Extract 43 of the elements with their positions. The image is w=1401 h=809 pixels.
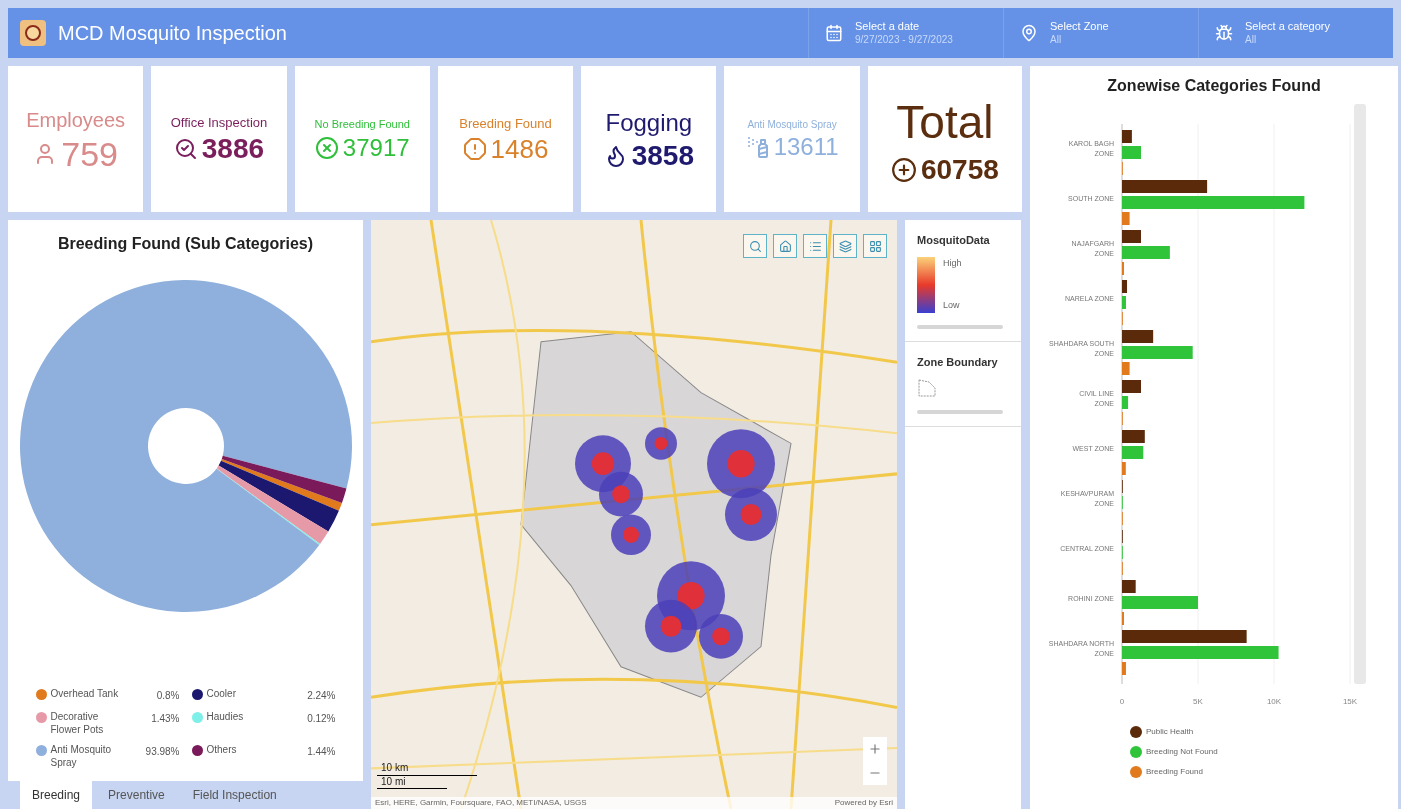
legend-value: 0.8% [156, 689, 180, 703]
kpi-label: Fogging [605, 108, 693, 138]
legend-label: Low [943, 299, 961, 312]
chart-title: Breeding Found (Sub Categories) [57, 234, 314, 254]
legend-label: Cooler [206, 688, 237, 701]
kpi-value: 3858 [631, 142, 694, 170]
kpi-value: 3886 [201, 135, 265, 164]
axis-tick-label: 10K [1266, 697, 1282, 706]
kpi-label: Anti Mosquito Spray [747, 118, 837, 132]
legend-title: MosquitoData [917, 233, 991, 248]
legend-label: Breeding Found [1146, 766, 1203, 778]
kpi-label: Total [896, 95, 994, 151]
scale-bar: 10 km [377, 762, 477, 776]
scale-bar: 10 mi [377, 775, 447, 789]
legend-value: 1.43% [151, 712, 180, 726]
legend-label: High [943, 256, 962, 270]
axis-tick-label: 0 [1119, 697, 1125, 706]
chart-title: Zonewise Categories Found [1106, 76, 1322, 96]
legend-label: Decorative Flower Pots [50, 711, 105, 736]
legend-title: Zone Boundary [917, 354, 999, 370]
kpi-value: 60758 [920, 155, 999, 184]
legend-label: Haudies [206, 711, 245, 724]
legend-label: Anti Mosquito Spray [50, 744, 113, 769]
legend-label: Others [206, 744, 238, 757]
kpi-value: 759 [61, 136, 118, 171]
legend-label: Public Health [1146, 726, 1194, 738]
kpi-label: Employees [26, 107, 126, 133]
axis-tick-label: 15K [1342, 697, 1358, 706]
kpi-value: 37917 [342, 135, 410, 160]
kpi-value: 1486 [490, 136, 549, 163]
legend-value: 0.12% [307, 712, 336, 726]
kpi-label: No Breeding Found [314, 118, 410, 132]
kpi-label: Breeding Found [459, 115, 552, 133]
map-attribution: Esri, HERE, Garmin, Foursquare, FAO, METI/NASA, USGS [375, 797, 587, 809]
legend-label: Breeding Not Found [1146, 746, 1218, 758]
kpi-label: Office Inspection [170, 114, 268, 132]
legend-value: 2.24% [307, 689, 336, 703]
kpi-value: 13611 [773, 135, 839, 160]
app-title: MCD Mosquito Inspection [58, 21, 287, 46]
legend-value: 1.44% [307, 745, 336, 759]
axis-tick-label: 5K [1193, 697, 1203, 706]
legend-value: 93.98% [145, 745, 180, 759]
legend-label: Overhead Tank [50, 688, 120, 701]
